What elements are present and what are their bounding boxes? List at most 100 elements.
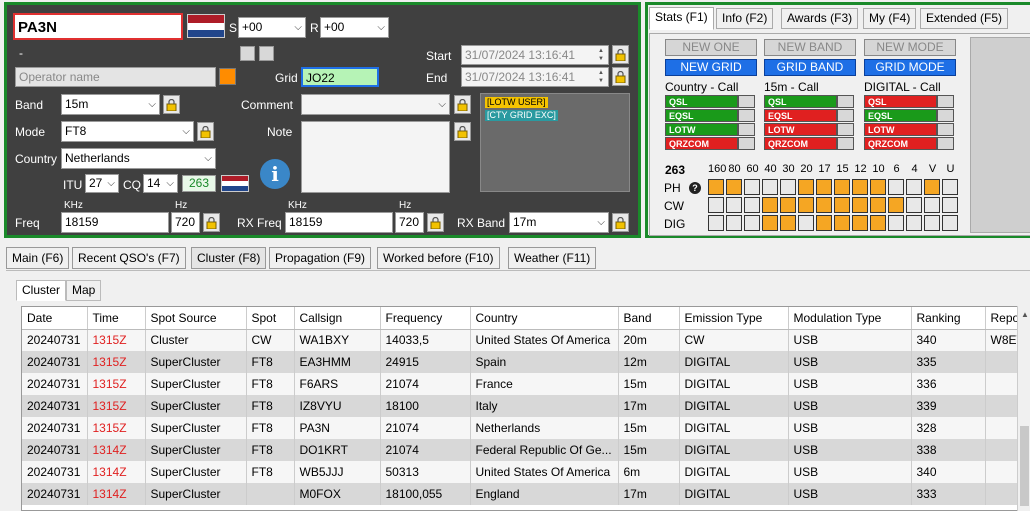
tab-extended[interactable]: Extended (F5)	[920, 8, 1009, 29]
mode-row-label: PH	[664, 181, 681, 195]
lotw-user-tag: [LOTW USER]	[485, 97, 548, 108]
freq-hz-input[interactable]: 720	[171, 212, 200, 233]
operator-lookup-icon[interactable]	[219, 68, 236, 85]
tab-weather[interactable]: Weather (F11)	[508, 247, 597, 269]
tab-cluster[interactable]: Cluster (F8)	[191, 247, 267, 269]
table-row[interactable]: 20240731 1314Z SuperCluster FT8 WB5JJJ 50313 U…	[22, 461, 1029, 483]
scroll-thumb[interactable]	[1020, 426, 1029, 506]
s-report-select[interactable]: +00 ⌵	[238, 17, 306, 38]
start-datetime-input[interactable]: 31/07/2024 13:16:41 ▲ ▼	[461, 45, 609, 65]
column-header-spot-source[interactable]: Spot Source	[145, 307, 247, 330]
table-row[interactable]: 20240731 1315Z SuperCluster FT8 PA3N 21074 Net…	[22, 417, 1029, 439]
table-row[interactable]: 20240731 1315Z SuperCluster FT8 IZ8VYU 18100 I…	[22, 395, 1029, 417]
comment-select[interactable]: ⌵	[301, 94, 450, 115]
rx-freq-lock-icon[interactable]	[427, 213, 444, 232]
subtab-map[interactable]: Map	[66, 280, 102, 301]
column-header-emission-type[interactable]: Emission Type	[679, 307, 789, 330]
column-header-ranking[interactable]: Ranking	[911, 307, 986, 330]
status-box	[937, 123, 954, 136]
spin-icon[interactable]: ▲ ▼	[595, 47, 607, 64]
note-lock-icon[interactable]	[454, 122, 471, 141]
tab-my[interactable]: My (F4)	[863, 8, 917, 29]
rx-band-select[interactable]: 17m ⌵	[509, 212, 609, 233]
band-mode-cell	[924, 179, 940, 195]
table-cell: 18100,055	[380, 483, 471, 505]
rx-freq-khz-input[interactable]: 18159	[285, 212, 393, 233]
tab-main[interactable]: Main (F6)	[6, 247, 70, 269]
table-cell: SuperCluster	[145, 373, 247, 395]
comment-lock-icon[interactable]	[454, 95, 471, 114]
table-cell: USB	[788, 373, 912, 395]
column-header-band[interactable]: Band	[618, 307, 680, 330]
column-header-frequency[interactable]: Frequency	[380, 307, 471, 330]
chevron-down-icon: ⌵	[148, 99, 156, 110]
band-label-30: 30	[782, 163, 795, 175]
table-cell: FT8	[246, 351, 295, 373]
table-cell: Italy	[470, 395, 619, 417]
table-row[interactable]: 20240731 1314Z SuperCluster M0FOX 18100,055 E…	[22, 483, 1029, 505]
subtab-cluster[interactable]: Cluster	[16, 280, 67, 301]
operator-name-input[interactable]: Operator name	[15, 67, 216, 87]
table-cell: 1315Z	[87, 329, 146, 351]
cluster-table[interactable]: Date Time Spot Source Spot Callsign Frequency…	[21, 306, 1030, 511]
table-row[interactable]: 20240731 1314Z SuperCluster FT8 DO1KRT 21074 F…	[22, 439, 1029, 461]
note-textarea[interactable]	[301, 121, 450, 193]
country-select[interactable]: Netherlands ⌵	[61, 148, 216, 169]
tab-stats[interactable]: Stats (F1)	[649, 7, 714, 30]
table-cell: WA1BXY	[294, 329, 381, 351]
grid-input[interactable]: JO22	[301, 67, 379, 87]
chevron-down-icon: ⌵	[166, 178, 174, 189]
band-label-60: 60	[746, 163, 759, 175]
cq-select[interactable]: 14 ⌵	[143, 174, 178, 193]
band-lock-icon[interactable]	[163, 95, 180, 114]
mode-lock-icon[interactable]	[197, 122, 214, 141]
table-row[interactable]: 20240731 1315Z SuperCluster FT8 F6ARS 21074 Fr…	[22, 373, 1029, 395]
tab-worked-before[interactable]: Worked before (F10)	[377, 247, 500, 269]
rx-freq-hz-input[interactable]: 720	[395, 212, 424, 233]
stats-panel: Stats (F1) Info (F2) Awards (F3) My (F4)…	[645, 2, 1030, 238]
column-header-callsign[interactable]: Callsign	[294, 307, 381, 330]
help-icon[interactable]: ?	[689, 182, 701, 194]
table-cell: DIGITAL	[679, 395, 789, 417]
rx-band-lock-icon[interactable]	[612, 213, 629, 232]
band-label-160: 160	[708, 163, 727, 175]
small-square-button[interactable]	[240, 46, 255, 61]
table-row[interactable]: 20240731 1315Z Cluster CW WA1BXY 14033,5 Unite…	[22, 329, 1029, 351]
band-mode-cell	[834, 197, 850, 213]
table-cell: 20240731	[22, 439, 88, 461]
start-lock-icon[interactable]	[612, 45, 629, 64]
band-count: 263	[665, 163, 686, 177]
tab-info[interactable]: Info (F2)	[716, 8, 774, 29]
column-header-time[interactable]: Time	[87, 307, 146, 330]
mode-select[interactable]: FT8 ⌵	[61, 121, 194, 142]
status-column-title: Country - Call	[665, 80, 739, 94]
itu-select[interactable]: 27 ⌵	[85, 174, 119, 193]
status-lotw-cell: LOTW	[764, 123, 837, 136]
column-header-modulation-type[interactable]: Modulation Type	[788, 307, 912, 330]
info-icon[interactable]: i	[260, 159, 290, 189]
band-mode-cell	[942, 179, 958, 195]
table-row[interactable]: 20240731 1315Z SuperCluster FT8 EA3HMM 24915 S…	[22, 351, 1029, 373]
freq-khz-input[interactable]: 18159	[61, 212, 169, 233]
band-mode-cell	[762, 215, 778, 231]
band-select[interactable]: 15m ⌵	[61, 94, 160, 115]
callsign-input[interactable]: PA3N	[13, 13, 183, 40]
end-lock-icon[interactable]	[612, 67, 629, 86]
tab-awards[interactable]: Awards (F3)	[781, 8, 859, 29]
status-box	[738, 137, 755, 150]
r-report-select[interactable]: +00 ⌵	[320, 17, 389, 38]
band-label-40: 40	[764, 163, 777, 175]
spin-icon[interactable]: ▲ ▼	[595, 69, 607, 86]
vertical-scrollbar[interactable]: ▲	[1017, 306, 1030, 511]
table-cell: 21074	[380, 417, 471, 439]
column-header-country[interactable]: Country	[470, 307, 619, 330]
small-square-button[interactable]	[259, 46, 274, 61]
column-header-spot[interactable]: Spot	[246, 307, 295, 330]
end-datetime-input[interactable]: 31/07/2024 13:16:41 ▲ ▼	[461, 67, 609, 87]
freq-lock-icon[interactable]	[203, 213, 220, 232]
freq-label: Freq	[15, 216, 40, 230]
column-header-date[interactable]: Date	[22, 307, 88, 330]
tab-propagation[interactable]: Propagation (F9)	[269, 247, 372, 269]
tab-recent-qsos[interactable]: Recent QSO's (F7)	[72, 247, 186, 269]
scroll-up-arrow[interactable]: ▲	[1021, 310, 1029, 319]
